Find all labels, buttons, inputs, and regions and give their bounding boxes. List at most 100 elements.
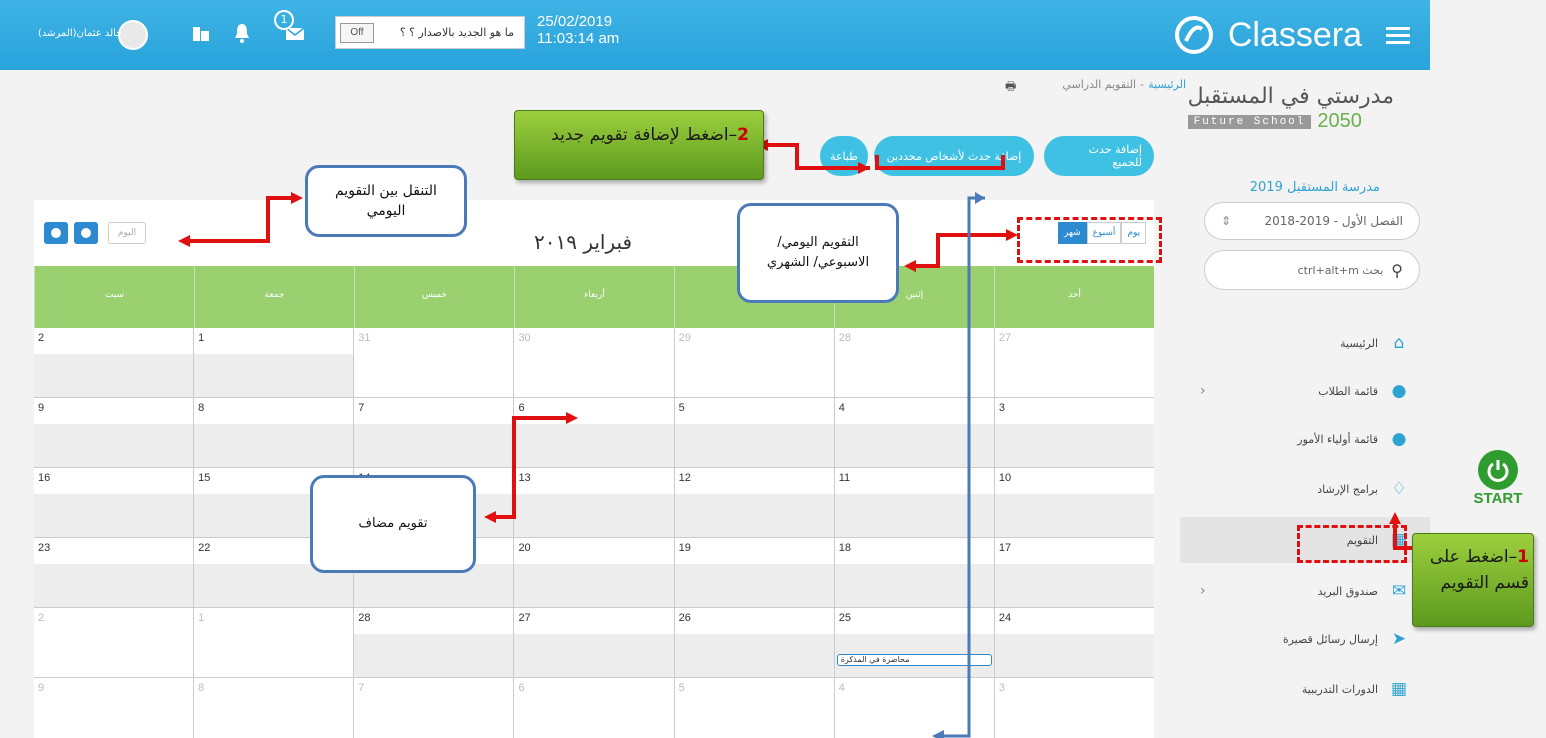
calendar-day-cell[interactable]: 3 (993, 398, 1154, 467)
calendar-day-cell[interactable]: 30 (513, 328, 674, 397)
screen: { "header": { "logo_text": "Classera", "… (0, 0, 1546, 738)
calendar-week-row: 24 25 محاضرة في المذكرة 26 27 28 1 2 (34, 608, 1154, 678)
day-band (994, 398, 1154, 424)
avatar[interactable] (118, 20, 148, 50)
user-name[interactable]: خالد عثمان(المرشد) (38, 28, 122, 39)
add-event-specific-button[interactable]: إضافة حدث لأشخاص محددين (874, 136, 1034, 176)
calendar-day-cell[interactable]: 10 (993, 468, 1154, 537)
print-button[interactable]: طباعة (820, 136, 868, 176)
day-number: 8 (198, 682, 205, 694)
calendar-day-cell[interactable]: 20 (513, 538, 674, 607)
calendar-day-cell[interactable]: 16 (34, 468, 194, 537)
day-number: 16 (38, 472, 51, 484)
step2-text: اضغط لإضافة تقويم جديد (551, 125, 729, 145)
calendar-week-row: 3 4 5 6 7 8 9 (34, 678, 1154, 738)
calendar-day-cell[interactable]: 25 محاضرة في المذكرة (833, 608, 994, 677)
calendar-day-cell[interactable]: 17 (993, 538, 1154, 607)
calendar-day-cell[interactable]: 13 (513, 468, 674, 537)
calendar-day-cell[interactable]: 19 (673, 538, 834, 607)
calendar-day-cell[interactable]: 11 (833, 468, 994, 537)
calendar-day-cell[interactable]: 29 (673, 328, 834, 397)
calendar-day-cell[interactable]: 28 (353, 608, 514, 677)
add-event-all-button[interactable]: إضافة حدث للجميع (1044, 136, 1154, 176)
day-band (194, 398, 354, 424)
calendar-day-cell[interactable]: 18 (833, 538, 994, 607)
day-number: 28 (838, 332, 851, 344)
day-band (514, 398, 674, 424)
calendar-week-row: 17181920212223 (34, 538, 1154, 608)
day-band (994, 608, 1154, 634)
sidebar-item-label: برامج الإرشاد (1317, 482, 1378, 496)
breadcrumb-home[interactable]: الرئيسية (1148, 78, 1186, 91)
sidebar-item-courses[interactable]: ▦ الدورات التدريبية (1180, 666, 1430, 712)
calendar-day-cell[interactable]: 7 (353, 678, 514, 738)
sidebar-item-sms[interactable]: ➤ إرسال رسائل قصيرة (1180, 616, 1430, 662)
messages-button[interactable]: 1 (274, 10, 308, 48)
chevron-left-icon: ‹ (1200, 583, 1206, 599)
semester-value: الفصل الأول - 2019-2018 (1264, 214, 1403, 228)
day-number: 3 (998, 402, 1005, 414)
current-date: 25/02/2019 (537, 13, 613, 30)
sidebar-item-home[interactable]: ⌂ الرئيسية (1180, 320, 1430, 366)
user-icon: ● (1391, 381, 1407, 401)
sidebar-item-students[interactable]: ● قائمة الطلاب ‹ (1180, 368, 1430, 414)
sidebar-item-parents[interactable]: ● قائمة أولياء الأمور (1180, 416, 1430, 462)
calendar-day-cell[interactable]: 3 (993, 678, 1154, 738)
calendar-day-cell[interactable]: 2 (34, 328, 194, 397)
sidebar-search[interactable]: ⚲ بحث ctrl+alt+m (1204, 250, 1420, 290)
calendar-day-cell[interactable]: 24 (993, 608, 1154, 677)
print-icon[interactable]: 🖶 (1005, 77, 1016, 98)
calendar-day-cell[interactable]: 28 (833, 328, 994, 397)
day-number: 13 (518, 472, 531, 484)
sidebar-item-mailbox[interactable]: ✉ صندوق البريد ‹ (1180, 568, 1430, 614)
day-band (674, 538, 834, 564)
calendar-day-cell[interactable]: 5 (673, 678, 834, 738)
day-number: 22 (198, 542, 211, 554)
calendar-day-cell[interactable]: 26 (673, 608, 834, 677)
calendar-day-cell[interactable]: 23 (34, 538, 194, 607)
step1-number: 1 (1517, 547, 1529, 567)
calendar-grid: 2728293031123456789101112131415161718192… (34, 328, 1154, 738)
bell-icon[interactable] (234, 22, 250, 44)
calendar-day-cell[interactable]: 6 (513, 678, 674, 738)
day-number: 29 (678, 332, 691, 344)
calendar-day-cell[interactable]: 9 (34, 398, 194, 467)
future-label: Future School (1187, 114, 1312, 129)
day-band (834, 398, 994, 424)
calendar-day-cell[interactable]: 7 (353, 398, 514, 467)
day-number: 30 (518, 332, 531, 344)
calendar-event[interactable]: محاضرة في المذكرة (836, 654, 992, 666)
calendar-day-cell[interactable]: 31 (353, 328, 514, 397)
day-header: سبت (34, 266, 194, 328)
whats-new-toggle[interactable]: Off (340, 22, 374, 43)
calendar-day-cell[interactable]: 9 (34, 678, 194, 738)
calendar-day-cell[interactable]: 12 (673, 468, 834, 537)
day-band (194, 328, 354, 354)
sidebar-item-label: الدورات التدريبية (1301, 682, 1378, 696)
calendar-day-cell[interactable]: 1 (193, 328, 354, 397)
calendar-day-cell[interactable]: 27 (993, 328, 1154, 397)
sidebar-item-guidance[interactable]: ♢ برامج الإرشاد (1180, 466, 1430, 512)
step2-callout: 2–اضغط لإضافة تقويم جديد (514, 110, 764, 180)
whats-new-bar[interactable]: Off ما هو الجديد بالاصدار ؟ ؟ (335, 16, 525, 49)
day-number: 23 (38, 542, 51, 554)
calendar-day-cell[interactable]: 1 (193, 608, 354, 677)
menu-icon[interactable] (1386, 26, 1410, 44)
calendar-day-cell[interactable]: 5 (673, 398, 834, 467)
calendar-day-cell[interactable]: 2 (34, 608, 194, 677)
prev-button[interactable] (44, 222, 68, 244)
today-button[interactable]: اليوم (108, 222, 146, 244)
calendar-day-cell[interactable]: 8 (193, 398, 354, 467)
logo-text: Classera (1227, 15, 1362, 54)
brand: Classera (1174, 10, 1410, 60)
calendar-day-cell[interactable]: 8 (193, 678, 354, 738)
chevron-left-icon: ‹ (1200, 383, 1206, 399)
next-button[interactable] (74, 222, 98, 244)
calendar-day-cell[interactable]: 27 (513, 608, 674, 677)
calendar-day-cell[interactable]: 4 (833, 398, 994, 467)
calendar-day-cell[interactable]: 4 (833, 678, 994, 738)
day-band (834, 468, 994, 494)
calendar-day-cell[interactable]: 6 (513, 398, 674, 467)
building-icon[interactable] (192, 24, 210, 42)
semester-select[interactable]: الفصل الأول - 2019-2018 ⇕ (1204, 202, 1420, 240)
